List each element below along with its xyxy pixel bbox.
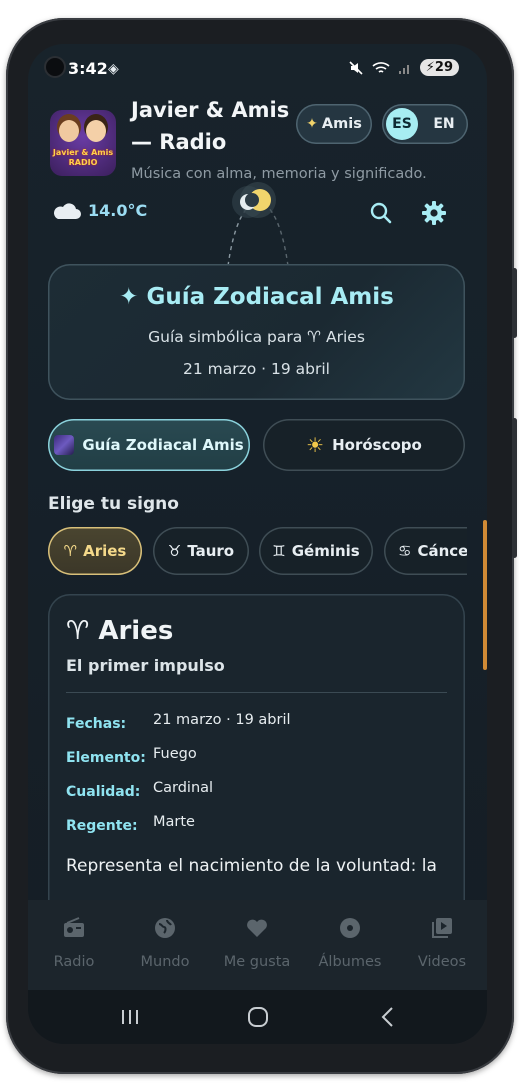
wifi-icon [372,61,390,73]
home-icon[interactable] [238,1002,278,1032]
app-title: Javier & Amis — Radio [131,98,290,154]
taurus-icon: ♉ [167,542,182,560]
battery-indicator: ⚡29 [419,59,459,76]
nav-videos[interactable]: Videos [396,900,487,990]
chip-taurus[interactable]: ♉ Tauro [153,527,249,575]
gemini-icon: ♊ [272,542,286,560]
element-value: Fuego [153,746,197,762]
search-icon[interactable] [368,200,394,226]
sign-description: Representa el nacimiento de la voluntad:… [66,856,437,876]
tab-horoscope-label: Horóscopo [332,436,422,454]
chip-label: Aries [83,542,127,560]
ruler-label: Regente: [66,818,138,834]
power-button [512,418,517,558]
disc-icon [340,918,360,938]
nav-likes-label: Me gusta [223,954,291,970]
front-camera [46,58,64,76]
battery-level: 29 [434,60,453,75]
scroll-indicator[interactable] [483,520,487,670]
nfc-icon: ◈ [108,61,119,77]
guide-card-subtitle: Guía simbólica para ♈ Aries [148,328,365,346]
nav-likes[interactable]: Me gusta [211,900,303,990]
chip-label: Géminis [291,542,360,560]
quality-label: Cualidad: [66,784,141,800]
app-logo[interactable]: Javier & Amis RADIO [50,110,116,176]
cancer-icon: ♋ [398,542,412,560]
guide-card-title: ✦ Guía Zodiacal Amis [119,284,394,310]
nav-world-label: Mundo [140,954,190,970]
signal-icon [398,64,409,74]
choose-sign-label: Elige tu signo [48,494,179,514]
chip-gemini[interactable]: ♊ Géminis [259,527,373,575]
system-nav-bar [28,990,487,1044]
chip-label: Tauro [187,542,235,560]
lang-es-button[interactable]: ES [386,108,418,140]
gear-icon[interactable] [421,200,447,226]
chip-aries[interactable]: ♈ Aries [48,527,142,575]
lang-en-button[interactable]: EN [428,108,460,140]
volume-button [512,268,517,338]
tab-zodiac-guide[interactable]: Guía Zodiacal Amis [48,419,250,471]
back-icon[interactable] [368,1002,408,1032]
status-bar: 3:42 ◈ ⚡29 [28,44,487,84]
chip-cancer[interactable]: ♋ Cáncer [384,527,467,575]
sun-icon: ☀ [306,433,325,457]
dates-value: 21 marzo · 19 abril [153,712,291,728]
dates-label: Fechas: [66,716,127,732]
nav-videos-label: Videos [417,954,467,970]
divider [66,692,447,693]
status-time: 3:42 [68,59,108,78]
zodiac-guide-card: ✦ Guía Zodiacal Amis Guía simbólica para… [48,264,465,400]
nav-world[interactable]: Mundo [119,900,211,990]
radio-icon [64,917,84,937]
weather-widget: 14.0°C [50,200,147,220]
quality-value: Cardinal [153,780,214,796]
logo-face-right [86,120,106,142]
amis-button[interactable]: ✦ Amis [296,104,372,144]
galaxy-icon [54,435,75,455]
recent-apps-icon[interactable] [110,1002,150,1032]
bottom-nav: Radio Mundo Me gusta Álbumes Videos [28,900,487,990]
element-label: Elemento: [66,750,146,766]
tab-horoscope[interactable]: ☀ Horóscopo [263,419,465,471]
globe-icon [155,918,175,938]
cloud-icon [54,203,81,219]
nav-radio-label: Radio [53,954,95,970]
screen: 3:42 ◈ ⚡29 Javier & Amis RADIO Javier & A… [28,44,487,1044]
day-night-icon[interactable] [218,178,298,268]
sparkle-icon: ✦ [119,284,139,310]
nav-radio[interactable]: Radio [28,900,120,990]
sign-subtitle: El primer impulso [66,656,225,675]
amis-button-label: Amis [321,116,362,132]
nav-albums-label: Álbumes [318,954,382,970]
logo-face-left [59,120,79,142]
app-header: Javier & Amis RADIO Javier & Amis — Radio… [28,92,487,182]
tab-zodiac-guide-label: Guía Zodiacal Amis [82,436,244,454]
sparkle-icon: ✦ [306,116,318,132]
chip-label: Cáncer [417,542,467,560]
guide-card-dates: 21 marzo · 19 abril [183,360,330,378]
ruler-value: Marte [153,814,195,830]
heart-icon [247,919,267,937]
language-toggle[interactable]: ES EN [382,104,468,144]
video-library-icon [432,918,452,938]
logo-text: Javier & Amis RADIO [52,148,114,167]
temperature: 14.0°C [88,200,148,220]
nav-albums[interactable]: Álbumes [304,900,396,990]
sign-title: ♈ Aries [66,616,174,646]
mute-icon [349,60,363,75]
aries-icon: ♈ [63,542,78,560]
status-icons: ⚡29 [348,59,459,76]
sign-chips: ♈ Aries ♉ Tauro ♊ Géminis ♋ Cáncer [48,527,467,579]
